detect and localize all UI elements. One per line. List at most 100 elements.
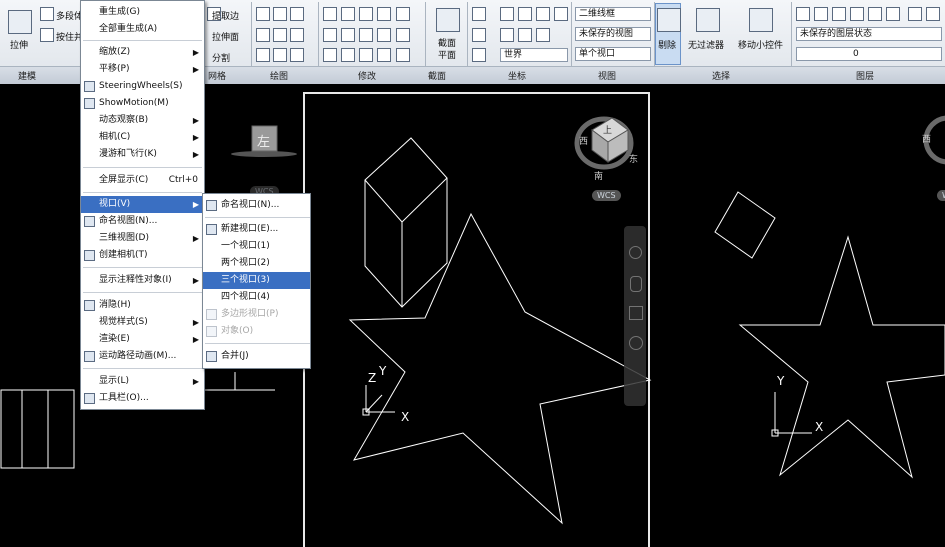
submenu-item-1-viewport[interactable]: 一个视口(1) [203, 238, 310, 255]
menu-item-hide[interactable]: 消隐(H) [81, 297, 204, 314]
layer-previous-icon[interactable] [908, 7, 922, 21]
pan-icon[interactable] [630, 276, 642, 292]
panel-label-layers[interactable]: 图层 [856, 69, 874, 82]
ucs-named-icon[interactable] [472, 48, 486, 62]
layer-combo[interactable]: 0 [796, 47, 942, 61]
panel-label-coordinates[interactable]: 坐标 [508, 69, 526, 82]
panel-label-view[interactable]: 视图 [598, 69, 616, 82]
split-button[interactable]: 分割 [212, 51, 230, 64]
submenu-item-2-viewports[interactable]: 两个视口(2) [203, 255, 310, 272]
menu-item-visual-styles[interactable]: 视觉样式(S) ▶ [81, 314, 204, 331]
ucs-object-icon[interactable] [518, 28, 532, 42]
viewcube-top-face[interactable]: 上 [603, 123, 612, 136]
extract-edges-button[interactable]: 提取边 [212, 9, 239, 22]
menu-item-viewports[interactable]: 视口(V) ▶ [81, 196, 204, 213]
stretch-icon[interactable] [8, 10, 32, 34]
menu-item-steeringwheels[interactable]: SteeringWheels(S) [81, 78, 204, 95]
layer-state-icon[interactable] [814, 7, 828, 21]
menu-item-toolbars[interactable]: 工具栏(O)... [81, 390, 204, 407]
explode-icon[interactable] [377, 28, 391, 42]
offset-icon[interactable] [341, 28, 355, 42]
move-gizmo-button[interactable]: 移动小控件 [738, 38, 783, 51]
layer-lock-icon[interactable] [868, 7, 882, 21]
menu-item-display[interactable]: 显示(L) ▶ [81, 373, 204, 390]
polysolid-icon[interactable] [40, 7, 54, 21]
ucs-origin-icon[interactable] [472, 28, 486, 42]
menu-item-showmotion[interactable]: ShowMotion(M) [81, 95, 204, 112]
menu-item-regen-all[interactable]: 全部重生成(A) [81, 21, 204, 38]
panel-label-selection[interactable]: 选择 [712, 69, 730, 82]
layer-freeze-icon[interactable] [850, 7, 864, 21]
ucs-z-icon[interactable] [536, 7, 550, 21]
trim-icon[interactable] [323, 7, 337, 21]
layer-state-combo[interactable]: 未保存的图层状态 [796, 27, 942, 41]
rotate-icon[interactable] [341, 7, 355, 21]
align-icon[interactable] [341, 48, 355, 62]
menu-item-3d-views[interactable]: 三维视图(D) ▶ [81, 230, 204, 247]
circle-icon[interactable] [290, 28, 304, 42]
stretch-button[interactable]: 拉伸 [10, 38, 28, 51]
menu-item-orbit[interactable]: 动态观察(B) ▶ [81, 112, 204, 129]
polygon-icon[interactable] [256, 48, 270, 62]
submenu-item-join[interactable]: 合并(J) [203, 348, 310, 365]
wcs-menu-button-right[interactable]: WCS [937, 190, 945, 201]
panel-label-modify[interactable]: 修改 [358, 69, 376, 82]
erase-icon[interactable] [377, 48, 391, 62]
menu-item-zoom[interactable]: 缩放(Z) ▶ [81, 44, 204, 61]
ellipse-icon[interactable] [290, 48, 304, 62]
ucs-world-combo[interactable]: 世界 [500, 48, 568, 62]
ucs-y-icon[interactable] [518, 7, 532, 21]
panel-label-mesh[interactable]: 网格 [208, 69, 226, 82]
zoom-icon[interactable] [629, 306, 643, 320]
line-icon[interactable] [256, 7, 270, 21]
culling-button[interactable]: 剔除 [658, 38, 676, 51]
move-icon[interactable] [359, 7, 373, 21]
polysolid-button[interactable]: 多段体 [56, 9, 83, 22]
menu-item-regen[interactable]: 重生成(G) [81, 4, 204, 21]
steering-wheel-icon[interactable] [629, 246, 642, 259]
ucs-icon[interactable] [472, 7, 486, 21]
ucs-view-icon[interactable] [554, 7, 568, 21]
wcs-menu-button[interactable]: WCS [592, 190, 621, 201]
spline-icon[interactable] [256, 28, 270, 42]
copy-icon[interactable] [359, 28, 373, 42]
extrude-face-button[interactable]: 拉伸面 [212, 30, 239, 43]
scale-icon[interactable] [323, 48, 337, 62]
layer-match-icon[interactable] [886, 7, 900, 21]
polyline-icon[interactable] [273, 7, 287, 21]
culling-icon[interactable] [657, 8, 681, 32]
named-view-combo[interactable]: 未保存的视图 [575, 27, 651, 41]
menu-item-create-camera[interactable]: 创建相机(T) [81, 247, 204, 264]
submenu-item-polygonal-viewport[interactable]: 多边形视口(P) [203, 306, 310, 323]
ucs-3point-icon[interactable] [500, 28, 514, 42]
submenu-item-object[interactable]: 对象(O) [203, 323, 310, 340]
presspull-button[interactable]: 按住并 [56, 30, 83, 43]
no-filter-button[interactable]: 无过滤器 [688, 38, 724, 51]
viewport-config-combo[interactable]: 单个视口 [575, 47, 651, 61]
menu-item-annotative-objects[interactable]: 显示注释性对象(I) ▶ [81, 272, 204, 289]
submenu-item-4-viewports[interactable]: 四个视口(4) [203, 289, 310, 306]
menu-item-fullscreen[interactable]: 全屏显示(C) Ctrl+0 [81, 172, 204, 189]
viewcube-left-face[interactable]: 左 [257, 131, 270, 150]
fillet-icon[interactable] [323, 28, 337, 42]
stretch-modify-icon[interactable] [396, 7, 410, 21]
navigation-bar[interactable] [624, 226, 646, 406]
grid-icon[interactable] [396, 48, 410, 62]
section-plane-label-2[interactable]: 平面 [438, 48, 456, 61]
section-plane-icon[interactable] [436, 8, 460, 32]
mirror-icon[interactable] [377, 7, 391, 21]
ucs-face-icon[interactable] [536, 28, 550, 42]
panel-label-draw[interactable]: 绘图 [270, 69, 288, 82]
orbit-icon[interactable] [629, 336, 643, 350]
layer-walk-icon[interactable] [926, 7, 940, 21]
menu-item-motion-path[interactable]: 运动路径动画(M)... [81, 348, 204, 365]
visual-style-combo[interactable]: 二维线框 [575, 7, 651, 21]
menu-item-render[interactable]: 渲染(E) ▶ [81, 331, 204, 348]
layer-properties-icon[interactable] [796, 7, 810, 21]
menu-item-camera[interactable]: 相机(C) ▶ [81, 129, 204, 146]
menu-item-walk-fly[interactable]: 漫游和飞行(K) ▶ [81, 146, 204, 163]
array-icon[interactable] [359, 48, 373, 62]
layer-isolate-icon[interactable] [832, 7, 846, 21]
submenu-item-new-viewports[interactable]: 新建视口(E)... [203, 221, 310, 238]
submenu-item-3-viewports[interactable]: 三个视口(3) [203, 272, 310, 289]
